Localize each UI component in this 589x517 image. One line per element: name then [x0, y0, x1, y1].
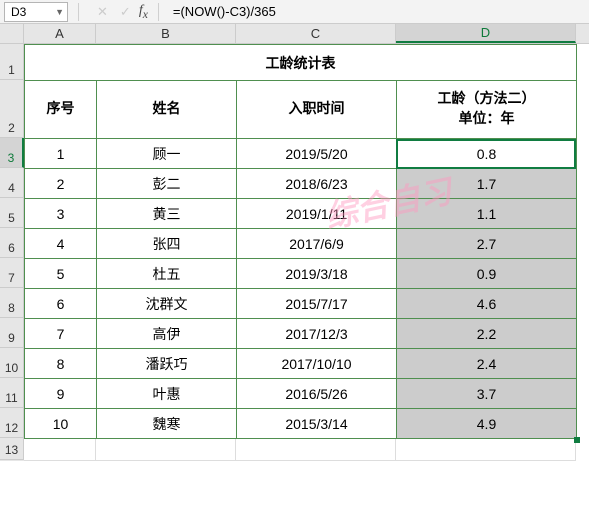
cell-name[interactable]: 杜五	[97, 259, 237, 289]
cell-tenure[interactable]: 4.9	[397, 409, 577, 439]
cell-hire[interactable]: 2017/10/10	[237, 349, 397, 379]
cell-name[interactable]: 彭二	[97, 169, 237, 199]
row-header-10[interactable]: 10	[0, 348, 24, 378]
cell-hire[interactable]: 2015/7/17	[237, 289, 397, 319]
title-cell[interactable]: 工龄统计表	[25, 45, 577, 81]
formula-bar: D3 ▼ ✕ ✓ fx =(NOW()-C3)/365	[0, 0, 589, 24]
row-header-6[interactable]: 6	[0, 228, 24, 258]
row-header-5[interactable]: 5	[0, 198, 24, 228]
cell-name[interactable]: 潘跃巧	[97, 349, 237, 379]
col-header-C[interactable]: C	[236, 24, 396, 43]
cell-tenure[interactable]: 2.2	[397, 319, 577, 349]
col-header-A[interactable]: A	[24, 24, 96, 43]
row-header-12[interactable]: 12	[0, 408, 24, 438]
header-name[interactable]: 姓名	[97, 81, 237, 139]
formula-controls: ✕ ✓	[97, 4, 131, 20]
blank-row-13[interactable]	[24, 439, 577, 461]
header-tenure-l2: 单位：年	[459, 112, 515, 127]
col-header-D[interactable]: D	[396, 24, 576, 43]
cell-name[interactable]: 魏寒	[97, 409, 237, 439]
cell-seq[interactable]: 4	[25, 229, 97, 259]
cell-hire[interactable]: 2019/1/11	[237, 199, 397, 229]
cell-tenure[interactable]: 0.8	[397, 139, 577, 169]
row-header-7[interactable]: 7	[0, 258, 24, 288]
header-hire[interactable]: 入职时间	[237, 81, 397, 139]
fx-icon[interactable]: fx	[139, 3, 148, 21]
fill-handle[interactable]	[574, 437, 580, 443]
cell-hire[interactable]: 2016/5/26	[237, 379, 397, 409]
row-header-2[interactable]: 2	[0, 80, 24, 138]
cell-name[interactable]: 顾一	[97, 139, 237, 169]
name-box[interactable]: D3 ▼	[4, 2, 68, 22]
cell-tenure[interactable]: 1.7	[397, 169, 577, 199]
row-header-13[interactable]: 13	[0, 438, 24, 460]
row-header-9[interactable]: 9	[0, 318, 24, 348]
cell-seq[interactable]: 6	[25, 289, 97, 319]
cell-seq[interactable]: 8	[25, 349, 97, 379]
formula-input[interactable]: =(NOW()-C3)/365	[173, 4, 276, 19]
cell-tenure[interactable]: 0.9	[397, 259, 577, 289]
cell-seq[interactable]: 5	[25, 259, 97, 289]
column-headers: A B C D	[0, 24, 589, 44]
cell-tenure[interactable]: 2.7	[397, 229, 577, 259]
row-header-3[interactable]: 3	[0, 138, 24, 168]
cell-tenure[interactable]: 2.4	[397, 349, 577, 379]
cell-tenure[interactable]: 3.7	[397, 379, 577, 409]
header-tenure[interactable]: 工龄（方法二） 单位：年	[397, 81, 577, 139]
cell-seq[interactable]: 3	[25, 199, 97, 229]
header-tenure-l1: 工龄（方法二）	[438, 92, 536, 107]
cell-hire[interactable]: 2019/3/18	[237, 259, 397, 289]
data-table: 工龄统计表 序号 姓名 入职时间 工龄（方法二） 单位：年 1顾一2019/5/…	[24, 44, 577, 439]
cell-hire[interactable]: 2017/12/3	[237, 319, 397, 349]
cell-seq[interactable]: 9	[25, 379, 97, 409]
cell-name[interactable]: 沈群文	[97, 289, 237, 319]
select-all-corner[interactable]	[0, 24, 24, 43]
row-header-4[interactable]: 4	[0, 168, 24, 198]
separator	[158, 3, 159, 21]
row-header-11[interactable]: 11	[0, 378, 24, 408]
separator	[78, 3, 79, 21]
header-seq[interactable]: 序号	[25, 81, 97, 139]
blank-cell[interactable]	[396, 439, 576, 461]
cell-seq[interactable]: 10	[25, 409, 97, 439]
cell-seq[interactable]: 1	[25, 139, 97, 169]
row-header-8[interactable]: 8	[0, 288, 24, 318]
name-box-value: D3	[11, 5, 26, 19]
blank-cell[interactable]	[236, 439, 396, 461]
cell-tenure[interactable]: 4.6	[397, 289, 577, 319]
cell-seq[interactable]: 2	[25, 169, 97, 199]
chevron-down-icon[interactable]: ▼	[55, 7, 64, 17]
cell-name[interactable]: 叶惠	[97, 379, 237, 409]
cells-area[interactable]: 工龄统计表 序号 姓名 入职时间 工龄（方法二） 单位：年 1顾一2019/5/…	[24, 44, 577, 461]
cell-seq[interactable]: 7	[25, 319, 97, 349]
cell-name[interactable]: 张四	[97, 229, 237, 259]
blank-cell[interactable]	[24, 439, 96, 461]
cell-name[interactable]: 黄三	[97, 199, 237, 229]
cell-hire[interactable]: 2017/6/9	[237, 229, 397, 259]
cell-hire[interactable]: 2018/6/23	[237, 169, 397, 199]
blank-cell[interactable]	[96, 439, 236, 461]
cell-tenure[interactable]: 1.1	[397, 199, 577, 229]
cell-hire[interactable]: 2015/3/14	[237, 409, 397, 439]
row-header-1[interactable]: 1	[0, 44, 24, 80]
confirm-icon[interactable]: ✓	[120, 4, 131, 20]
cancel-icon[interactable]: ✕	[97, 4, 108, 20]
cell-hire[interactable]: 2019/5/20	[237, 139, 397, 169]
cell-name[interactable]: 高伊	[97, 319, 237, 349]
row-headers: 1 2 3 4 5 6 7 8 9 10 11 12 13	[0, 44, 24, 461]
col-header-B[interactable]: B	[96, 24, 236, 43]
